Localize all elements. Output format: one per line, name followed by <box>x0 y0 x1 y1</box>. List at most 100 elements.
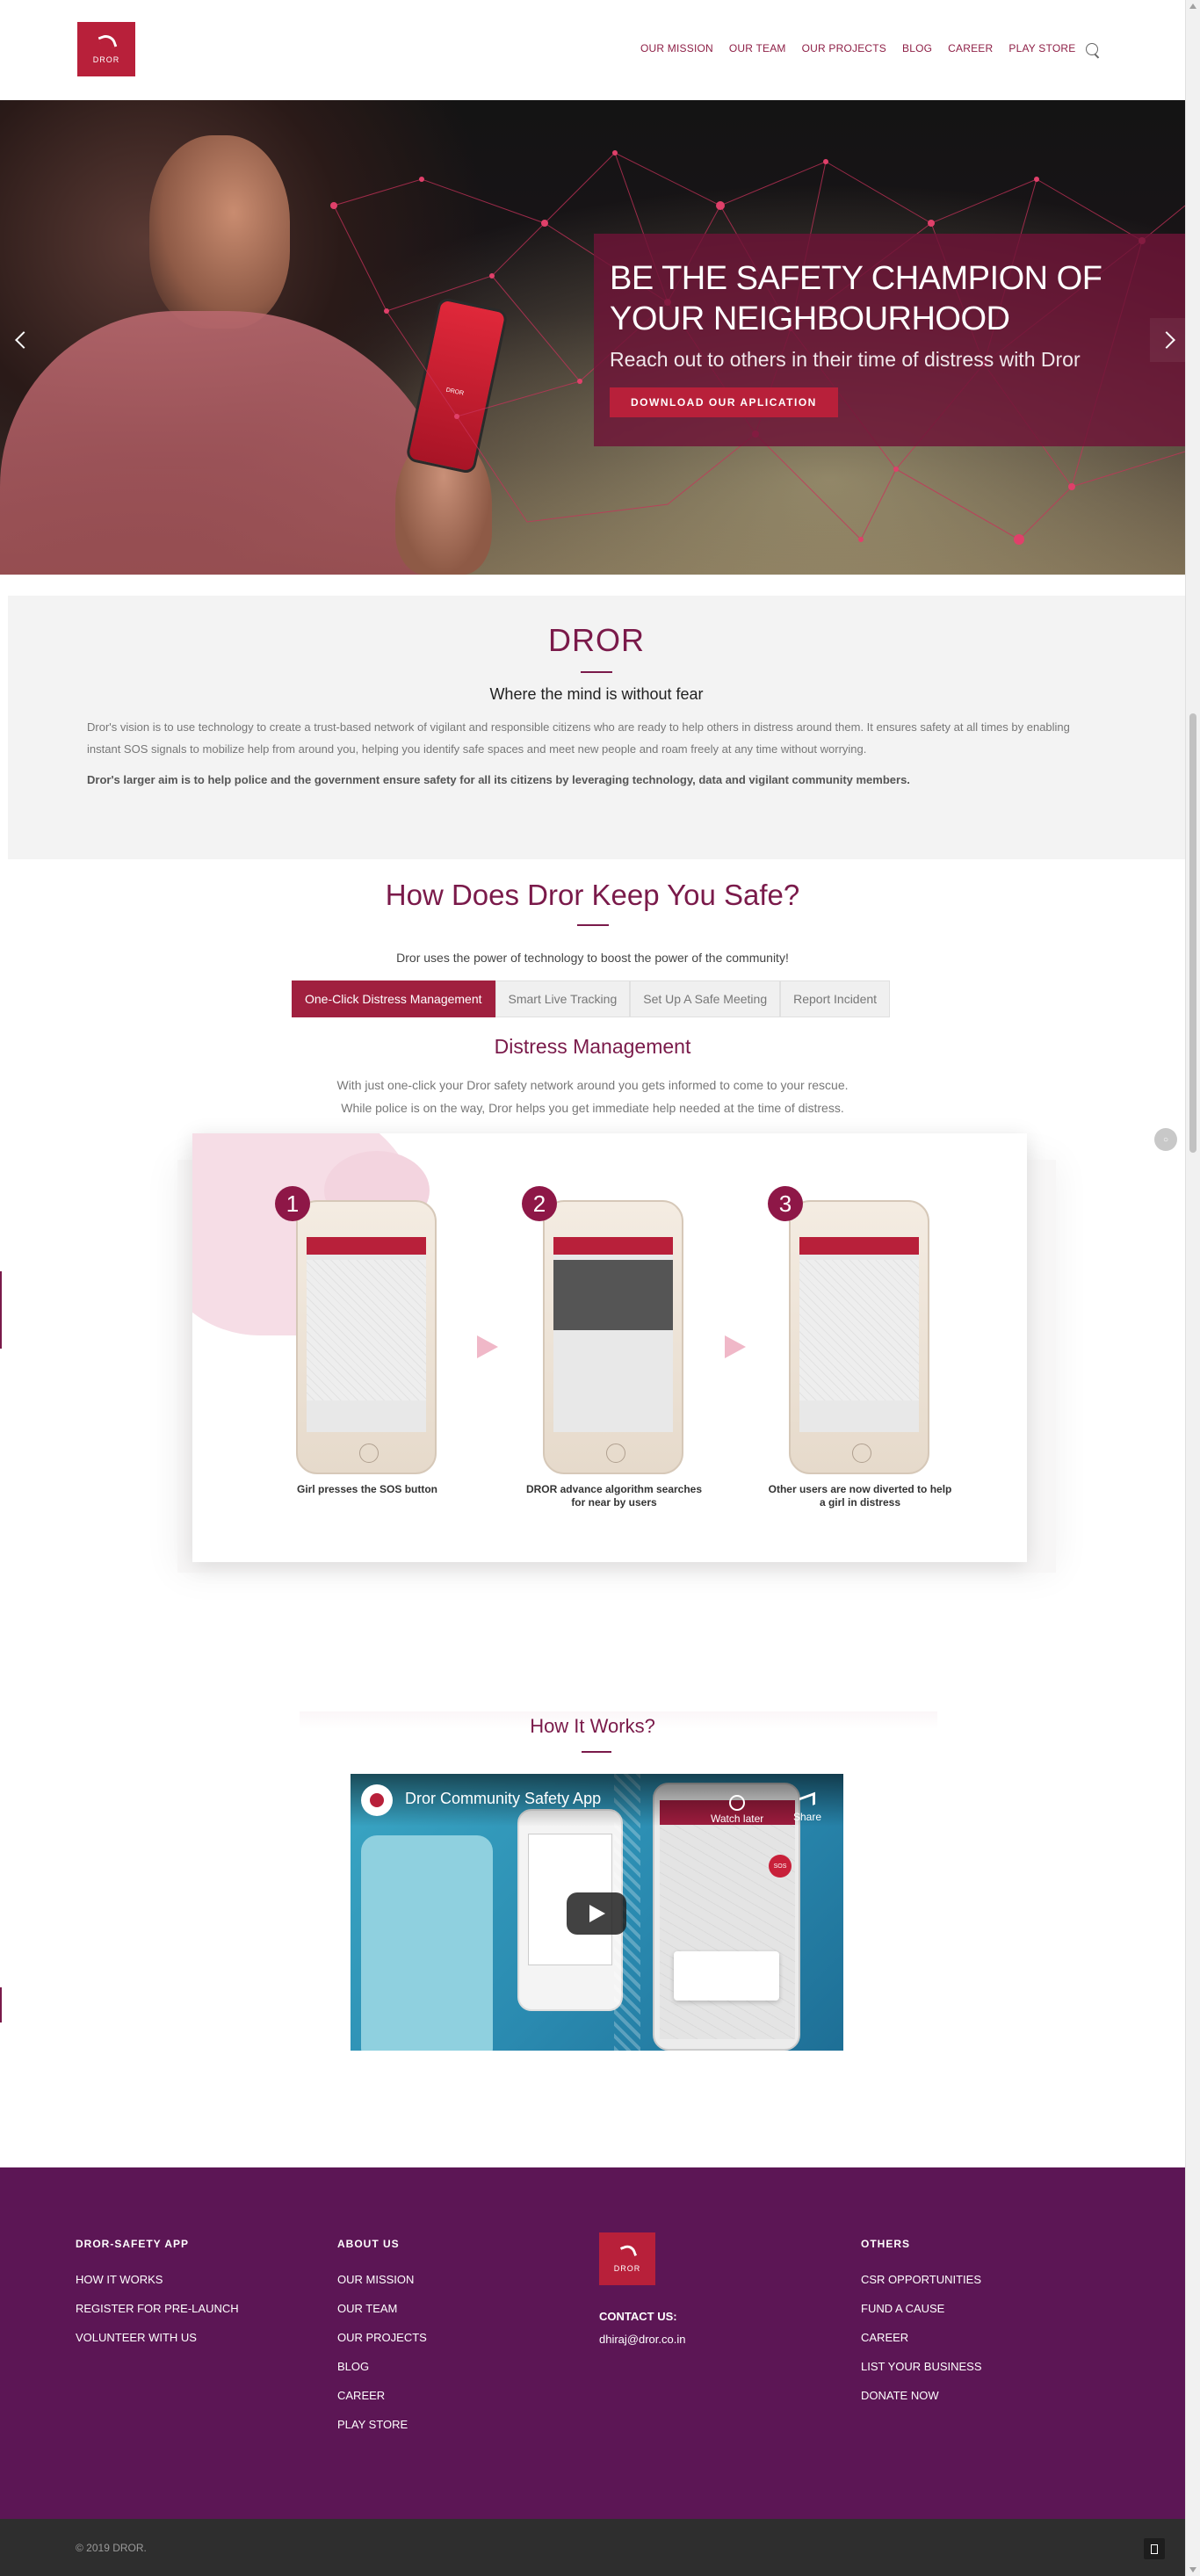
about-title: DROR <box>548 622 645 658</box>
footer-link-blog[interactable]: BLOG <box>337 2360 427 2373</box>
scrollbar-thumb[interactable] <box>1189 713 1196 1153</box>
about-section: DROR Where the mind is without fear Dror… <box>8 596 1185 859</box>
page-scrollbar[interactable] <box>1185 0 1200 2576</box>
logo-text: DROR <box>92 55 120 64</box>
footer-heading: OTHERS <box>861 2238 911 2250</box>
footer-logo-text: DROR <box>613 2264 641 2273</box>
footer-heading: ABOUT US <box>337 2238 400 2250</box>
distress-title: Distress Management <box>494 1035 691 1058</box>
bottom-bar: © 2019 DROR. <box>0 2519 1185 2576</box>
bird-icon <box>97 34 116 50</box>
home-button-icon <box>852 1444 871 1463</box>
site-header: DROR OUR MISSION OUR TEAM OUR PROJECTS B… <box>0 0 1185 100</box>
tab-smart-live-tracking[interactable]: Smart Live Tracking <box>495 980 631 1017</box>
nav-item-play-store[interactable]: PLAY STORE <box>1008 42 1075 54</box>
footer-link-register[interactable]: REGISTER FOR PRE-LAUNCH <box>76 2302 239 2315</box>
about-tagline: Where the mind is without fear <box>489 685 704 703</box>
nav-item-our-projects[interactable]: OUR PROJECTS <box>802 42 886 54</box>
hero-subtitle: Reach out to others in their time of dis… <box>610 348 1081 371</box>
phone-mockup <box>789 1200 929 1474</box>
footer-link-career[interactable]: CAREER <box>337 2389 427 2402</box>
site-footer: DROR-SAFETY APP HOW IT WORKS REGISTER FO… <box>0 2167 1185 2519</box>
nav-item-our-mission[interactable]: OUR MISSION <box>640 42 713 54</box>
nav-item-blog[interactable]: BLOG <box>902 42 932 54</box>
footer-link-career-others[interactable]: CAREER <box>861 2331 982 2344</box>
footer-link-our-projects[interactable]: OUR PROJECTS <box>337 2331 427 2344</box>
footer-link-our-team[interactable]: OUR TEAM <box>337 2302 427 2315</box>
footer-link-donate[interactable]: DONATE NOW <box>861 2389 982 2402</box>
hero-caption: BE THE SAFETY CHAMPION OF YOUR NEIGHBOUR… <box>594 234 1185 446</box>
share-label: Share <box>793 1811 822 1823</box>
tab-safe-meeting[interactable]: Set Up A Safe Meeting <box>630 980 781 1017</box>
footer-col-about: ABOUT US OUR MISSION OUR TEAM OUR PROJEC… <box>337 2238 427 2447</box>
feature-tabs: One-Click Distress Management Smart Live… <box>292 980 891 1017</box>
video-panel <box>361 1835 493 2051</box>
scroll-top-icon[interactable] <box>1144 2538 1165 2559</box>
slider-next-icon[interactable] <box>1150 318 1185 362</box>
bird-icon <box>618 2245 636 2259</box>
search-icon[interactable] <box>1086 43 1101 58</box>
about-vision-text: Dror's vision is to use technology to cr… <box>87 720 1070 756</box>
side-tab-marker <box>0 1987 2 2022</box>
footer-link-fund-a-cause[interactable]: FUND A CAUSE <box>861 2302 982 2315</box>
phone-screen <box>553 1237 673 1432</box>
video-title[interactable]: Dror Community Safety App <box>405 1790 601 1808</box>
safety-section: How Does Dror Keep You Safe? Dror uses t… <box>0 879 1185 1573</box>
step-caption: DROR advance algorithm searches for near… <box>525 1483 703 1509</box>
watch-later-button[interactable]: Watch later <box>711 1795 763 1825</box>
phone-screen <box>307 1237 426 1432</box>
footer-heading: DROR-SAFETY APP <box>76 2238 190 2250</box>
safety-divider <box>576 924 609 926</box>
share-icon <box>799 1791 816 1811</box>
footer-link-our-mission[interactable]: OUR MISSION <box>337 2273 427 2286</box>
youtube-video-embed[interactable]: SOS Dror Community Safety App Watch late… <box>351 1774 843 2051</box>
scroll-down-icon[interactable] <box>1189 2567 1196 2572</box>
about-divider <box>581 671 612 673</box>
play-icon[interactable] <box>567 1892 626 1935</box>
site-logo[interactable]: DROR <box>77 22 135 76</box>
step-number: 1 <box>275 1186 310 1221</box>
home-button-icon <box>606 1444 625 1463</box>
contact-label: CONTACT US: <box>599 2310 677 2323</box>
works-title: How It Works? <box>530 1715 655 1737</box>
tab-report-incident[interactable]: Report Incident <box>780 980 891 1017</box>
nav-item-career[interactable]: CAREER <box>948 42 993 54</box>
step-number: 3 <box>768 1186 803 1221</box>
scroll-up-icon[interactable] <box>1189 4 1196 9</box>
step-number: 2 <box>522 1186 557 1221</box>
phone-mockup <box>296 1200 437 1474</box>
tab-one-click-distress[interactable]: One-Click Distress Management <box>292 980 495 1017</box>
footer-col-app: DROR-SAFETY APP HOW IT WORKS REGISTER FO… <box>76 2238 239 2360</box>
footer-col-others: OTHERS CSR OPPORTUNITIES FUND A CAUSE CA… <box>861 2238 982 2418</box>
works-divider <box>582 1751 611 1753</box>
phone-mockup <box>543 1200 683 1474</box>
share-button[interactable]: Share <box>793 1791 822 1823</box>
clock-icon <box>729 1795 746 1811</box>
chevron-right-icon <box>477 1335 502 1358</box>
footer-logo[interactable]: DROR <box>599 2232 655 2285</box>
side-tab-marker <box>0 1271 2 1349</box>
page: DROR OUR MISSION OUR TEAM OUR PROJECTS B… <box>0 0 1185 2576</box>
watch-later-label: Watch later <box>711 1813 764 1825</box>
channel-avatar[interactable] <box>361 1784 393 1816</box>
distress-description: With just one-click your Dror safety net… <box>0 1074 1185 1119</box>
steps-card: 1 Girl presses the SOS button 2 DROR adv… <box>192 1133 1027 1562</box>
distress-line-2: While police is on the way, Dror helps y… <box>341 1101 844 1115</box>
footer-link-play-store[interactable]: PLAY STORE <box>337 2418 427 2431</box>
download-app-button[interactable]: DOWNLOAD OUR APLICATION <box>610 387 838 417</box>
about-aim-text: Dror's larger aim is to help police and … <box>87 773 910 786</box>
footer-link-volunteer[interactable]: VOLUNTEER WITH US <box>76 2331 239 2344</box>
floating-action-icon[interactable]: ○ <box>1154 1128 1177 1151</box>
distress-line-1: With just one-click your Dror safety net… <box>336 1078 849 1092</box>
step-caption: Other users are now diverted to help a g… <box>768 1483 952 1509</box>
main-nav: OUR MISSION OUR TEAM OUR PROJECTS BLOG C… <box>640 42 1075 54</box>
hero-title: BE THE SAFETY CHAMPION OF YOUR NEIGHBOUR… <box>610 260 1102 337</box>
contact-email-link[interactable]: dhiraj@dror.co.in <box>599 2333 685 2346</box>
footer-link-list-business[interactable]: LIST YOUR BUSINESS <box>861 2360 982 2373</box>
nav-item-our-team[interactable]: OUR TEAM <box>729 42 786 54</box>
safety-title: How Does Dror Keep You Safe? <box>385 879 800 911</box>
footer-link-csr[interactable]: CSR OPPORTUNITIES <box>861 2273 982 2286</box>
slider-prev-icon[interactable] <box>5 318 40 362</box>
footer-link-how-it-works[interactable]: HOW IT WORKS <box>76 2273 239 2286</box>
sos-button-icon: SOS <box>769 1855 792 1878</box>
